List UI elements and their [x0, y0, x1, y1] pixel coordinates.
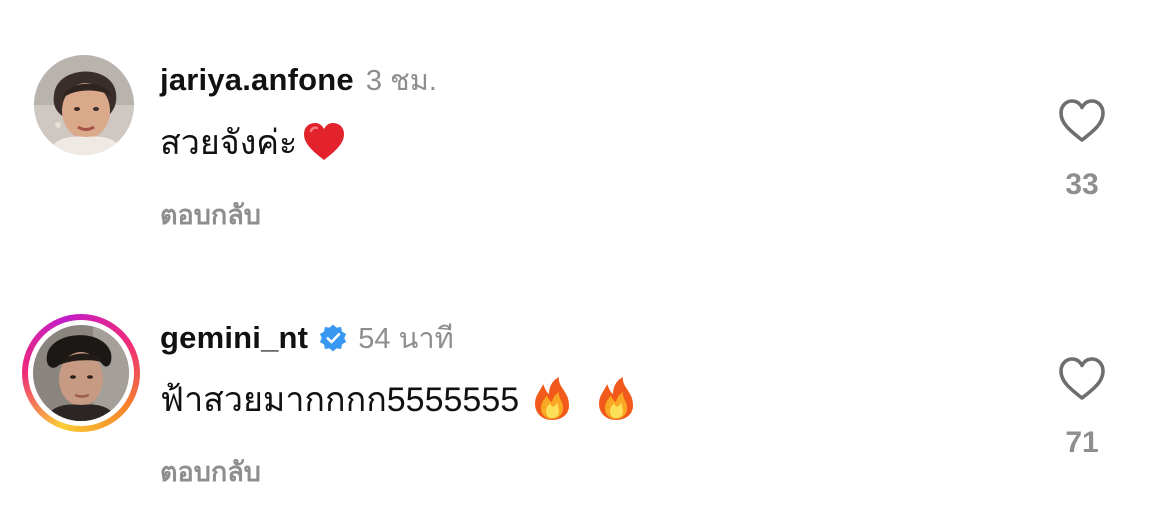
fire-emoji — [529, 376, 575, 422]
timestamp: 54 นาที — [358, 323, 454, 355]
like-area: 33 — [1052, 98, 1112, 202]
reply-button[interactable]: ตอบกลับ — [160, 450, 261, 493]
comment-item: gemini_nt 54 นาที ฟ้าสวยมากกกก5555555 ตอ… — [0, 262, 1170, 527]
comment-text: ฟ้าสวยมากกกก5555555 — [160, 374, 647, 424]
like-area: 71 — [1052, 356, 1112, 460]
like-count: 33 — [1065, 168, 1099, 201]
reply-button[interactable]: ตอบกลับ — [160, 193, 261, 236]
avatar-image — [34, 55, 134, 155]
fire-emoji — [593, 376, 639, 422]
comment-header: jariya.anfone 3 ชม. — [160, 60, 437, 100]
heart-outline-icon[interactable] — [1057, 356, 1107, 402]
username[interactable]: gemini_nt — [160, 320, 308, 356]
comment-body: สวยจังค่ะ — [160, 124, 298, 162]
red-heart-emoji — [301, 119, 347, 165]
timestamp: 3 ชม. — [365, 65, 437, 97]
avatar-image — [33, 325, 129, 421]
avatar-ring-gap — [28, 320, 134, 426]
comment-header: gemini_nt 54 นาที — [160, 318, 454, 358]
heart-outline-icon[interactable] — [1057, 98, 1107, 144]
like-count: 71 — [1065, 426, 1099, 459]
comment-text: สวยจังค่ะ — [160, 117, 347, 167]
avatar-story-ring[interactable] — [22, 314, 140, 432]
comment-body: ฟ้าสวยมากกกก5555555 — [160, 381, 520, 419]
username[interactable]: jariya.anfone — [160, 62, 354, 98]
avatar[interactable] — [34, 55, 134, 155]
comment-item: jariya.anfone 3 ชม. สวยจังค่ะ ตอบกลับ 33 — [0, 0, 1170, 260]
verified-badge-icon — [318, 323, 348, 353]
